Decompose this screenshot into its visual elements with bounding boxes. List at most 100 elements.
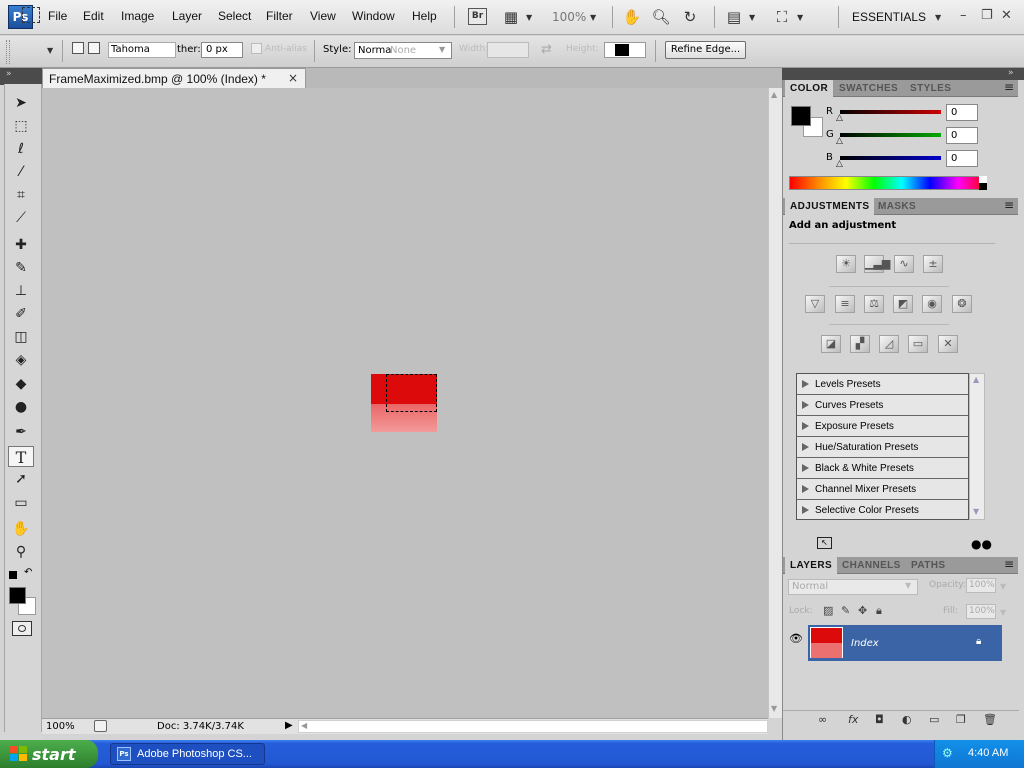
preset-item[interactable]: Hue/Saturation Presets: [797, 437, 968, 458]
channel-mixer-icon[interactable]: ❂: [952, 295, 972, 313]
foreground-color-swatch[interactable]: [9, 587, 26, 604]
panel-menu-icon[interactable]: ≡: [1004, 557, 1014, 571]
color-spectrum[interactable]: [789, 176, 987, 190]
zoom-level-select[interactable]: 100%: [552, 10, 586, 24]
new-adjustment-layer-icon[interactable]: ◐: [902, 713, 912, 726]
lock-all-icon[interactable]: 🔒︎: [876, 604, 882, 618]
horizontal-scrollbar[interactable]: ◀: [298, 720, 768, 733]
blend-mode-select[interactable]: Normal: [788, 579, 918, 595]
add-selection-icon[interactable]: [88, 42, 100, 54]
menu-file[interactable]: File: [48, 9, 67, 23]
hue-saturation-icon[interactable]: ≡: [835, 295, 855, 313]
red-slider[interactable]: [840, 110, 941, 114]
width-field[interactable]: [487, 42, 529, 58]
tab-swatches[interactable]: SWATCHES: [834, 80, 903, 97]
menu-filter[interactable]: Filter: [266, 9, 293, 23]
quick-mask-icon[interactable]: [12, 621, 32, 636]
blue-value[interactable]: 0: [946, 150, 978, 167]
feather-field[interactable]: 0 px: [201, 42, 243, 58]
status-menu-icon[interactable]: ▶: [285, 720, 293, 731]
refine-edge-button[interactable]: Refine Edge...: [665, 41, 746, 59]
screen-mode-icon[interactable]: ⛶: [772, 7, 792, 27]
threshold-icon[interactable]: ◿: [879, 335, 899, 353]
menu-image[interactable]: Image: [121, 9, 154, 23]
tab-adjustments[interactable]: ADJUSTMENTS: [785, 198, 875, 215]
lock-position-icon[interactable]: ✥: [858, 604, 867, 617]
preset-item[interactable]: Exposure Presets: [797, 416, 968, 437]
eyedropper-tool-icon[interactable]: ⟋: [8, 208, 34, 229]
layer-thumbnail[interactable]: [810, 627, 843, 658]
workspace-switcher[interactable]: ESSENTIALS: [852, 10, 926, 24]
brightness-contrast-icon[interactable]: ☀: [836, 255, 856, 273]
layer-style-icon[interactable]: fx: [848, 713, 858, 726]
vibrance-icon[interactable]: ▽: [805, 295, 825, 313]
slider-thumb-icon[interactable]: △: [836, 113, 843, 123]
levels-icon[interactable]: ▁▃▆: [864, 255, 890, 273]
preset-item[interactable]: Levels Presets: [797, 374, 968, 395]
hand-tool-icon[interactable]: ✋: [8, 519, 34, 540]
slider-thumb-icon[interactable]: △: [836, 136, 843, 146]
marquee-selection[interactable]: [386, 374, 437, 412]
brush-tool-icon[interactable]: ✎: [8, 258, 34, 279]
black-white-ramp[interactable]: [979, 176, 987, 190]
menu-layer[interactable]: Layer: [172, 9, 202, 23]
quick-selection-tool-icon[interactable]: ⁄: [8, 162, 34, 183]
opacity-field[interactable]: 100%: [966, 578, 996, 593]
tab-paths[interactable]: PATHS: [906, 557, 950, 574]
minimize-icon[interactable]: –: [960, 8, 967, 23]
taskbar-photoshop-button[interactable]: Adobe Photoshop CS...: [110, 743, 265, 765]
chevron-down-icon[interactable]: ▼: [749, 13, 755, 22]
delete-layer-icon[interactable]: 🗑︎: [983, 713, 997, 726]
status-zoom[interactable]: 100%: [46, 721, 75, 732]
preset-item[interactable]: Curves Presets: [797, 395, 968, 416]
collapse-icon[interactable]: »: [6, 69, 12, 79]
preset-item[interactable]: Channel Mixer Presets: [797, 479, 968, 500]
tab-color[interactable]: COLOR: [785, 80, 834, 97]
presets-scrollbar[interactable]: ▲ ▼: [969, 373, 985, 520]
launch-mini-bridge-icon[interactable]: ▦: [501, 7, 521, 27]
arrange-documents-icon[interactable]: ▤: [724, 7, 744, 27]
invert-icon[interactable]: ◪: [821, 335, 841, 353]
posterize-icon[interactable]: ▞: [850, 335, 870, 353]
network-icon[interactable]: ⚙: [942, 746, 953, 760]
healing-brush-tool-icon[interactable]: ✚: [8, 235, 34, 256]
selective-color-icon[interactable]: ✕: [938, 335, 958, 353]
link-layers-icon[interactable]: ∞: [818, 713, 827, 726]
blur-tool-icon[interactable]: ◆: [8, 374, 34, 395]
rectangle-tool-icon[interactable]: ▭: [8, 493, 34, 514]
exposure-icon[interactable]: ±: [923, 255, 943, 273]
chevron-down-icon[interactable]: ▼: [1000, 608, 1006, 617]
tab-channels[interactable]: CHANNELS: [837, 557, 906, 574]
fill-field[interactable]: 100%: [966, 604, 996, 619]
chevron-down-icon[interactable]: ▼: [935, 13, 941, 22]
green-slider[interactable]: [840, 133, 941, 137]
eye-icon[interactable]: 👁︎: [788, 632, 804, 646]
zoom-icon[interactable]: 🔍︎: [651, 7, 671, 27]
menu-window[interactable]: Window: [352, 9, 395, 23]
photo-filter-icon[interactable]: ◉: [922, 295, 942, 313]
blue-slider[interactable]: [840, 156, 941, 160]
crop-tool-icon[interactable]: ⌗: [8, 185, 34, 206]
collapse-icon[interactable]: »: [1008, 68, 1014, 78]
options-grip[interactable]: [6, 40, 10, 64]
scroll-up-icon[interactable]: ▲: [771, 90, 777, 99]
red-value[interactable]: 0: [946, 104, 978, 121]
tab-masks[interactable]: MASKS: [873, 198, 921, 215]
black-white-icon[interactable]: ◩: [893, 295, 913, 313]
panel-dock-header[interactable]: »: [782, 68, 1024, 80]
layer-name[interactable]: Index: [851, 638, 879, 649]
new-group-icon[interactable]: ▭: [929, 713, 939, 726]
close-document-icon[interactable]: ×: [288, 71, 298, 85]
lock-transparency-icon[interactable]: ▨: [823, 604, 833, 617]
marquee-tool-icon[interactable]: ⬚: [8, 116, 34, 137]
eraser-tool-icon[interactable]: ◫: [8, 327, 34, 348]
preset-item[interactable]: Selective Color Presets: [797, 500, 968, 521]
new-layer-icon[interactable]: ❐: [956, 713, 966, 726]
vertical-scrollbar[interactable]: ▲ ▼: [768, 88, 782, 718]
antialias-checkbox[interactable]: [251, 43, 262, 54]
font-field[interactable]: Tahoma: [108, 42, 176, 58]
tab-layers[interactable]: LAYERS: [785, 557, 838, 574]
clock[interactable]: 4:40 AM: [968, 747, 1008, 759]
chevron-down-icon[interactable]: ▼: [526, 13, 532, 22]
preset-item[interactable]: Black & White Presets: [797, 458, 968, 479]
